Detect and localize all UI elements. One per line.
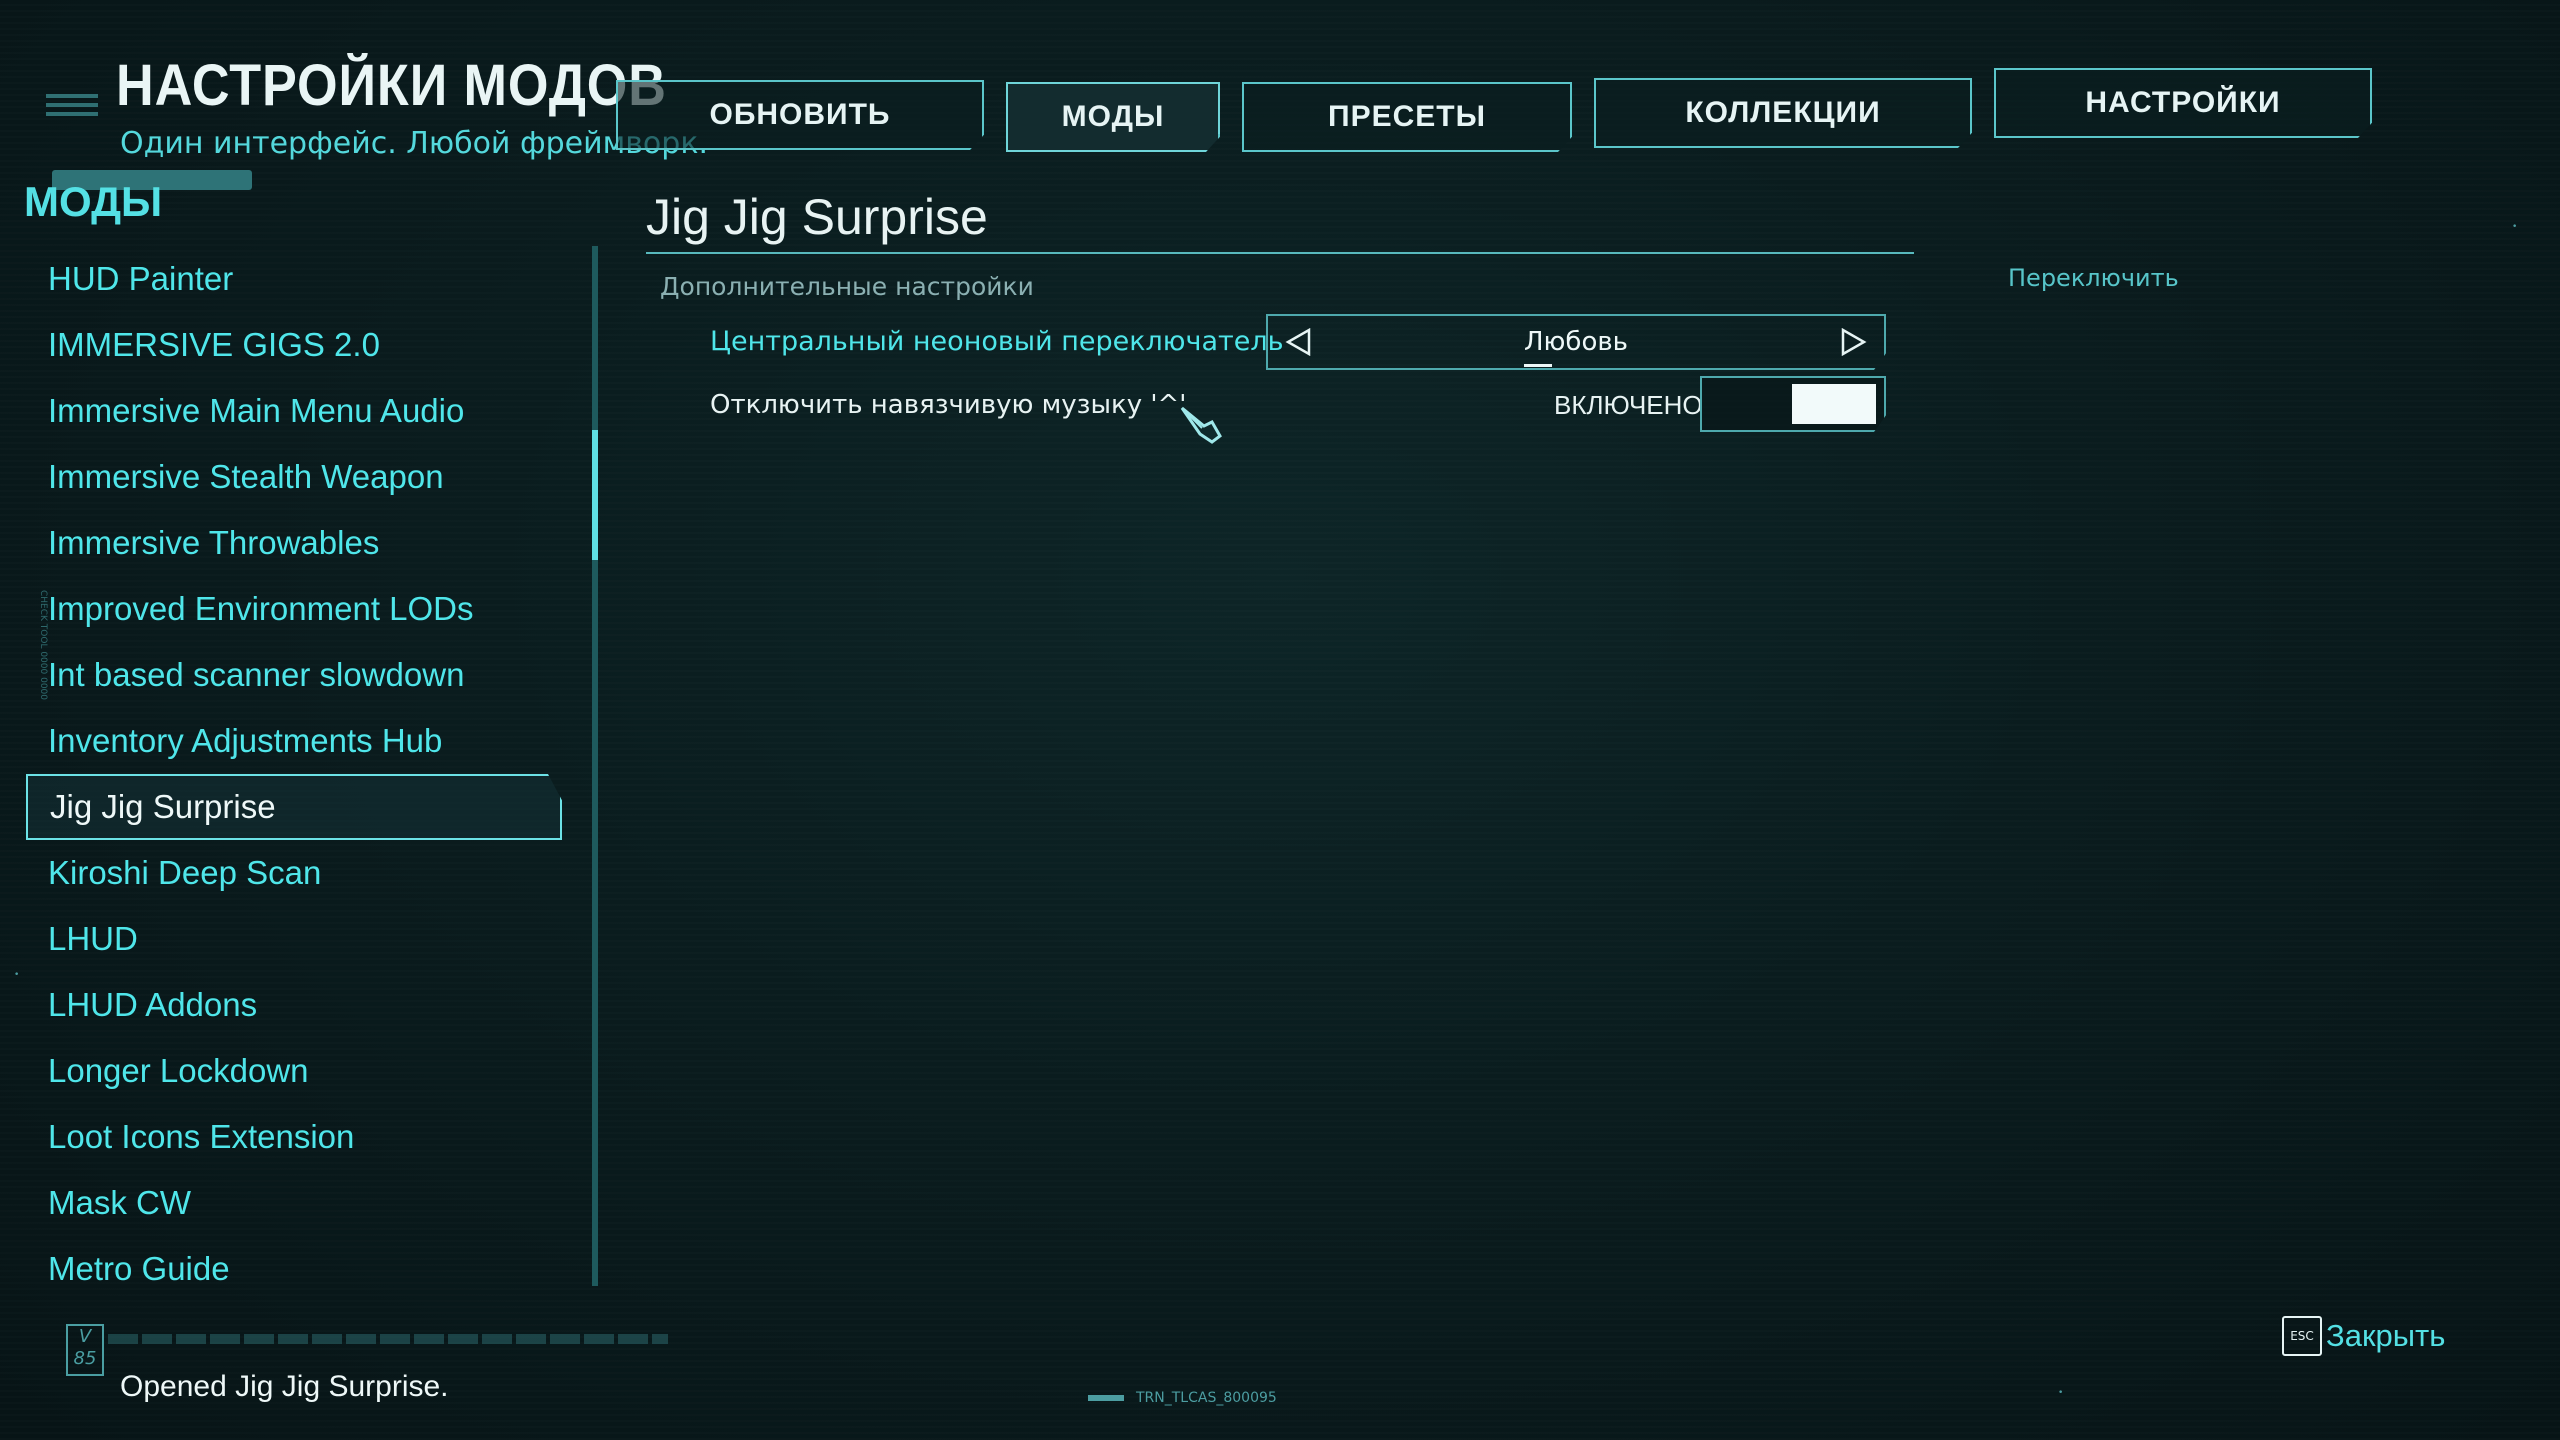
mod-item-immersive-stealth-weapon[interactable]: Immersive Stealth Weapon xyxy=(26,444,562,510)
arrow-left-icon[interactable] xyxy=(1268,314,1328,370)
neon-switch-label: Центральный неоновый переключатель xyxy=(710,326,1284,357)
mod-item-immersive-throwables[interactable]: Immersive Throwables xyxy=(26,510,562,576)
tab-mods[interactable]: МОДЫ xyxy=(1006,82,1220,152)
mod-item-int-based-scanner-slowdown[interactable]: Int based scanner slowdown xyxy=(26,642,562,708)
footer-code: TRN_TLCAS_800095 xyxy=(1088,1390,1277,1406)
mod-item-hud-painter[interactable]: HUD Painter xyxy=(26,246,562,312)
toggle-knob xyxy=(1792,384,1876,424)
mod-list: HUD Painter IMMERSIVE GIGS 2.0 Immersive… xyxy=(26,246,562,1302)
toggle-hint: Переключить xyxy=(2008,264,2179,292)
footer-mark: • xyxy=(2058,1388,2064,1398)
mod-item-longer-lockdown[interactable]: Longer Lockdown xyxy=(26,1038,562,1104)
arrow-right-icon[interactable] xyxy=(1824,314,1884,370)
mod-item-lhud-addons[interactable]: LHUD Addons xyxy=(26,972,562,1038)
mod-item-lhud[interactable]: LHUD xyxy=(26,906,562,972)
title-divider xyxy=(646,252,1914,254)
protocol-logo-icon xyxy=(46,94,98,140)
esc-key-icon[interactable]: ESC xyxy=(2282,1316,2322,1356)
neon-switch-selector[interactable]: Любовь xyxy=(1266,314,1886,370)
mod-item-mask-cw[interactable]: Mask CW xyxy=(26,1170,562,1236)
mod-title: Jig Jig Surprise xyxy=(646,189,988,245)
tab-settings[interactable]: НАСТРОЙКИ xyxy=(1994,68,2372,138)
mod-item-loot-icons-extension[interactable]: Loot Icons Extension xyxy=(26,1104,562,1170)
footer-decoration xyxy=(108,1334,668,1344)
page-title: НАСТРОЙКИ МОДОВ xyxy=(116,53,667,118)
side-mark: • xyxy=(14,970,20,980)
mod-item-kiroshi-deep-scan[interactable]: Kiroshi Deep Scan xyxy=(26,840,562,906)
section-heading: Дополнительные настройки xyxy=(660,272,1034,301)
music-toggle-state: ВКЛЮЧЕНО xyxy=(1554,390,1703,420)
mod-item-jig-jig-surprise[interactable]: Jig Jig Surprise xyxy=(26,774,562,840)
music-toggle[interactable] xyxy=(1700,376,1886,432)
sidebar-scrollbar-thumb[interactable] xyxy=(592,430,598,560)
tab-presets[interactable]: ПРЕСЕТЫ xyxy=(1242,82,1572,152)
mod-item-immersive-main-menu-audio[interactable]: Immersive Main Menu Audio xyxy=(26,378,562,444)
mod-item-improved-environment-lods[interactable]: Improved Environment LODs xyxy=(26,576,562,642)
pointer-hand-icon xyxy=(1180,406,1222,444)
sidebar-scrollbar[interactable] xyxy=(592,246,598,1286)
corner-mark: • xyxy=(2512,222,2518,232)
tab-update[interactable]: ОБНОВИТЬ xyxy=(616,80,984,150)
close-button[interactable]: Закрыть xyxy=(2326,1318,2445,1354)
mod-item-inventory-adjustments-hub[interactable]: Inventory Adjustments Hub xyxy=(26,708,562,774)
neon-switch-value: Любовь xyxy=(1523,327,1629,357)
music-toggle-label: Отключить навязчивую музыку '^' xyxy=(710,390,1187,420)
sidebar-heading: МОДЫ xyxy=(24,178,163,225)
mod-item-metro-guide[interactable]: Metro Guide xyxy=(26,1236,562,1302)
mod-item-immersive-gigs[interactable]: IMMERSIVE GIGS 2.0 xyxy=(26,312,562,378)
version-badge: V 85 xyxy=(66,1324,104,1376)
tab-collections[interactable]: КОЛЛЕКЦИИ xyxy=(1594,78,1972,148)
status-message: Opened Jig Jig Surprise. xyxy=(120,1370,449,1403)
